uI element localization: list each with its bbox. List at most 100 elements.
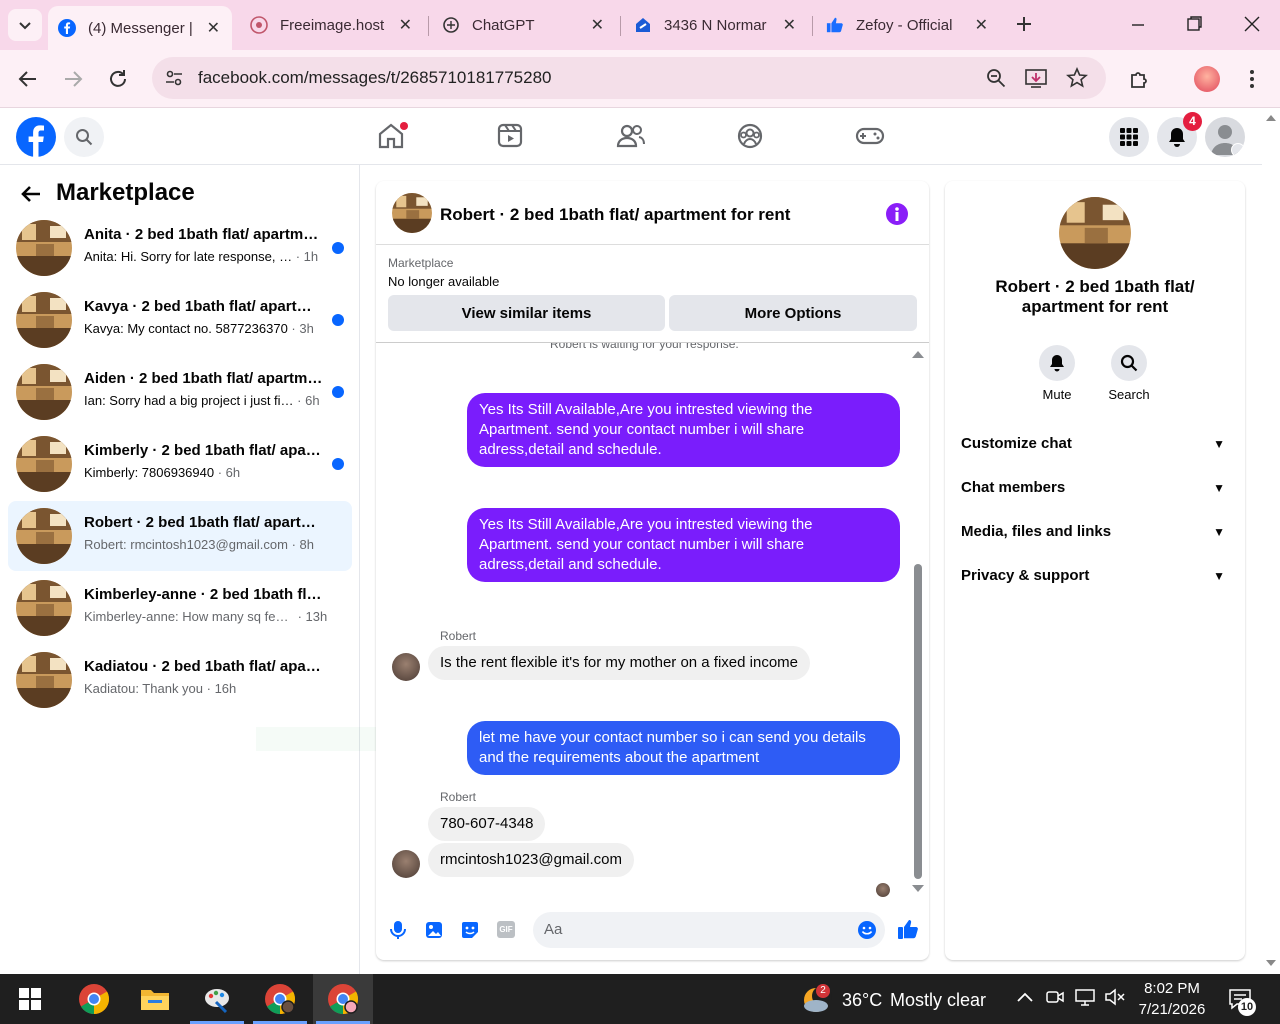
message-outgoing[interactable]: Yes Its Still Available,Are you intreste… [467, 393, 900, 467]
volume-muted-icon[interactable] [1104, 988, 1126, 1011]
sender-avatar[interactable] [392, 653, 420, 681]
conversation-item[interactable]: Kadiatou · 2 bed 1bath flat/ apartment f… [8, 645, 352, 715]
conversation-item[interactable]: Aiden · 2 bed 1bath flat/ apartment for … [8, 357, 352, 427]
tab-freeimage[interactable]: Freeimage.host ✕ [240, 6, 424, 44]
message-outgoing[interactable]: Yes Its Still Available,Are you intreste… [467, 508, 900, 582]
start-button[interactable] [11, 980, 49, 1018]
tab-chatgpt[interactable]: ChatGPT ✕ [432, 6, 616, 44]
close-icon[interactable]: ✕ [399, 15, 412, 35]
taskbar-paint[interactable] [190, 980, 244, 1024]
tab-messenger[interactable]: (4) Messenger | ✕ [48, 6, 232, 50]
kebab-menu-icon [1250, 70, 1254, 88]
meet-now-icon[interactable] [1046, 988, 1064, 1011]
attach-photo-button[interactable] [425, 920, 443, 945]
scroll-down-arrow[interactable] [1266, 960, 1276, 966]
bell-icon [1169, 128, 1185, 147]
bookmark-star-icon[interactable] [1066, 66, 1088, 94]
tab-zefoy[interactable]: Zefoy - Official ✕ [816, 6, 1000, 44]
conversation-time: · 16h [203, 681, 237, 696]
profile-avatar[interactable] [1194, 66, 1220, 92]
chrome-icon [328, 984, 359, 1014]
conversation-title: Robert · 2 bed 1bath flat/ apartment for… [84, 514, 324, 531]
network-icon[interactable] [1074, 988, 1096, 1011]
browser-menu-button[interactable] [1244, 68, 1260, 95]
conversation-item[interactable]: Kimberley-anne · 2 bed 1bath flat/ apart… [8, 573, 352, 643]
restore-button[interactable] [1182, 12, 1206, 36]
message-input[interactable]: Aa [533, 912, 885, 948]
message-incoming[interactable]: rmcintosh1023@gmail.com [428, 843, 634, 877]
media-files-links-section[interactable]: Media, files and links ▼ [961, 523, 1229, 540]
page-scrollbar[interactable] [1262, 109, 1280, 974]
message-outgoing[interactable]: let me have your contact number so i can… [467, 721, 900, 775]
conversation-item[interactable]: Robert · 2 bed 1bath flat/ apartment for… [8, 501, 352, 571]
taskbar-chrome[interactable] [75, 980, 113, 1018]
notifications-button[interactable]: 4 [1157, 112, 1202, 157]
conversation-preview: Robert: rmcintosh1023@gmail.com [84, 537, 288, 552]
new-tab-button[interactable] [1010, 10, 1038, 38]
nav-groups[interactable] [735, 121, 765, 151]
taskbar-chrome-profile[interactable] [253, 980, 307, 1024]
address-bar[interactable]: facebook.com/messages/t/2685710181775280 [152, 57, 1106, 99]
chrome-icon [79, 984, 110, 1014]
extensions-button[interactable] [1128, 67, 1152, 96]
chat-members-section[interactable]: Chat members ▼ [961, 479, 1229, 496]
more-options-button[interactable]: More Options [669, 295, 917, 331]
messages-scroll-up[interactable] [912, 351, 924, 358]
send-like-button[interactable] [897, 918, 919, 945]
conversation-info-button[interactable] [886, 203, 908, 225]
url-text[interactable]: facebook.com/messages/t/2685710181775280 [198, 68, 551, 88]
search-button[interactable] [64, 117, 104, 157]
view-similar-items-button[interactable]: View similar items [388, 295, 665, 331]
nav-friends[interactable] [616, 121, 646, 151]
close-icon[interactable]: ✕ [975, 15, 988, 35]
message-incoming[interactable]: Is the rent flexible it's for my mother … [428, 646, 811, 680]
nav-home[interactable] [376, 121, 408, 151]
close-icon[interactable]: ✕ [207, 18, 220, 38]
back-button[interactable] [16, 67, 40, 96]
close-icon[interactable]: ✕ [591, 15, 604, 35]
nav-video[interactable] [496, 121, 526, 151]
back-arrow-button[interactable] [20, 183, 42, 210]
forward-button[interactable] [61, 67, 85, 96]
voice-clip-button[interactable] [389, 920, 407, 945]
nav-gaming[interactable] [855, 121, 885, 151]
reload-button[interactable] [106, 67, 130, 96]
zoom-icon[interactable] [986, 68, 1006, 93]
customize-chat-section[interactable]: Customize chat ▼ [961, 435, 1229, 452]
install-app-icon[interactable] [1024, 67, 1048, 94]
message-incoming[interactable]: 780-607-4348 [428, 807, 546, 841]
mute-button[interactable] [1039, 345, 1075, 381]
site-settings-icon[interactable] [164, 68, 184, 93]
tab-zillow[interactable]: 3436 N Normar ✕ [624, 6, 808, 44]
details-avatar[interactable] [1059, 197, 1131, 269]
notification-center-button[interactable]: 10 [1228, 988, 1256, 1016]
gif-button[interactable]: GIF [497, 921, 515, 938]
messages-scroll-down[interactable] [912, 885, 924, 892]
privacy-support-section[interactable]: Privacy & support ▼ [961, 567, 1229, 584]
minimize-button[interactable] [1126, 12, 1150, 36]
account-avatar[interactable] [1205, 117, 1245, 157]
search-in-conversation-button[interactable] [1111, 345, 1147, 381]
show-hidden-icons-button[interactable] [1016, 990, 1034, 1009]
sticker-button[interactable] [460, 920, 480, 945]
weather-widget[interactable]: 2 36°C Mostly clear [800, 982, 1000, 1018]
clock[interactable]: 8:02 PM 7/21/2026 [1132, 978, 1212, 1020]
taskbar-chrome-active[interactable] [316, 980, 370, 1024]
close-icon[interactable]: ✕ [783, 15, 796, 35]
scroll-up-arrow[interactable] [1266, 115, 1276, 121]
chat-title[interactable]: Robert · 2 bed 1bath flat/ apartment for… [440, 205, 790, 225]
conversation-item[interactable]: Kavya · 2 bed 1bath flat/ apartment for … [8, 285, 352, 355]
menu-button[interactable] [1109, 117, 1149, 157]
conversation-item[interactable]: Kimberly · 2 bed 1bath flat/ apartment f… [8, 429, 352, 499]
facebook-logo[interactable] [16, 117, 56, 157]
chat-avatar[interactable] [392, 193, 432, 233]
conversation-item[interactable]: Anita · 2 bed 1bath flat/ apartment for … [8, 213, 352, 283]
messages-scrollbar-thumb[interactable] [914, 564, 922, 879]
sender-avatar[interactable] [392, 850, 420, 878]
tab-search-button[interactable] [8, 9, 42, 41]
taskbar-file-explorer[interactable] [136, 980, 174, 1018]
emoji-button[interactable] [857, 920, 877, 945]
unread-dot [332, 242, 344, 254]
conversation-preview-line: Kimberley-anne: How many sq feet … · 13h [84, 609, 327, 624]
close-window-button[interactable] [1240, 12, 1264, 36]
